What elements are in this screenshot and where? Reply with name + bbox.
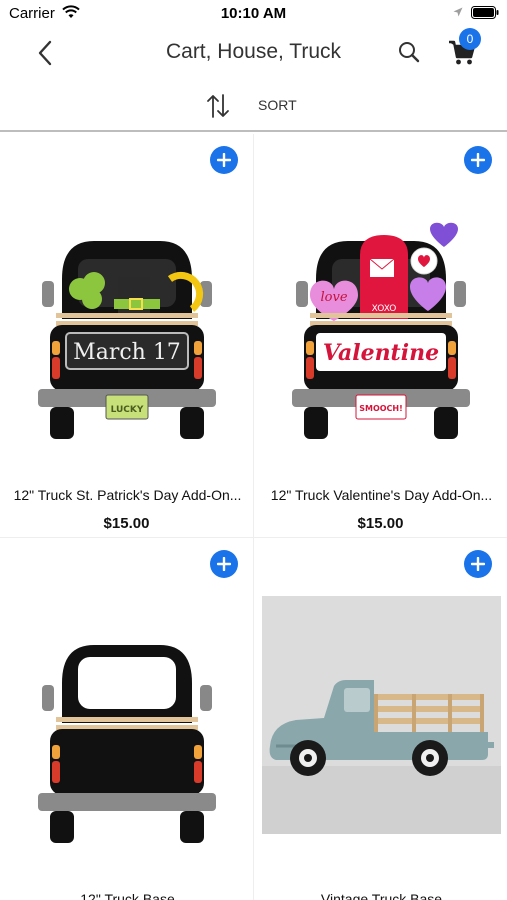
plus-icon [217, 557, 231, 571]
mailbox-text: XOXO [371, 304, 396, 314]
search-icon[interactable] [396, 39, 422, 65]
vintage-truck-photo [262, 596, 501, 834]
add-to-cart-button[interactable] [464, 146, 492, 174]
plate-text: LUCKY [110, 405, 143, 415]
plus-icon [217, 153, 231, 167]
product-card[interactable]: 12" Truck Base [0, 538, 253, 900]
product-card[interactable]: Vintage Truck Base [254, 538, 507, 900]
product-card[interactable]: March 17 LUCKY 12" Truck St. Patrick's D… [0, 134, 253, 537]
sort-button[interactable]: SORT [246, 90, 309, 120]
back-button[interactable] [30, 38, 60, 68]
plus-icon [471, 153, 485, 167]
plus-icon [471, 557, 485, 571]
truck-image [37, 645, 216, 843]
truck-image: love XOXO Valentine SMOOCH! [291, 222, 470, 439]
add-to-cart-button[interactable] [210, 146, 238, 174]
cart-count-badge: 0 [459, 28, 481, 50]
product-name[interactable]: 12" Truck Valentine's Day Add-On... [260, 487, 503, 503]
product-image[interactable] [8, 578, 245, 898]
page-title: Cart, House, Truck [165, 40, 342, 63]
sign-text: March 17 [73, 340, 181, 365]
battery-icon [471, 6, 499, 19]
navigation-bar: Cart, House, Truck 0 [0, 28, 507, 78]
product-image[interactable]: love XOXO Valentine SMOOCH! [262, 174, 499, 494]
status-bar: Carrier 10:10 AM [0, 0, 507, 28]
sort-arrows-icon[interactable] [206, 93, 230, 119]
product-price: $15.00 [103, 515, 150, 532]
add-to-cart-button[interactable] [464, 550, 492, 578]
product-price: $15.00 [357, 515, 404, 532]
location-arrow-icon [453, 7, 463, 17]
product-card[interactable]: love XOXO Valentine SMOOCH! 12" Truck Va… [254, 134, 507, 537]
plate-text: SMOOCH! [359, 404, 403, 413]
product-grid: March 17 LUCKY 12" Truck St. Patrick's D… [0, 134, 507, 900]
product-name[interactable]: 12" Truck Base [6, 891, 249, 900]
sort-bar: SORT [0, 78, 507, 132]
heart-text: love [320, 290, 347, 305]
product-image[interactable] [262, 596, 501, 834]
add-to-cart-button[interactable] [210, 550, 238, 578]
product-name[interactable]: Vintage Truck Base [260, 891, 503, 900]
chevron-left-icon [38, 40, 52, 66]
truck-image: March 17 LUCKY [37, 241, 216, 439]
sign-text: Valentine [322, 340, 438, 366]
product-name[interactable]: 12" Truck St. Patrick's Day Add-On... [6, 487, 249, 503]
status-time: 10:10 AM [220, 5, 287, 22]
product-image[interactable]: March 17 LUCKY [8, 174, 245, 494]
